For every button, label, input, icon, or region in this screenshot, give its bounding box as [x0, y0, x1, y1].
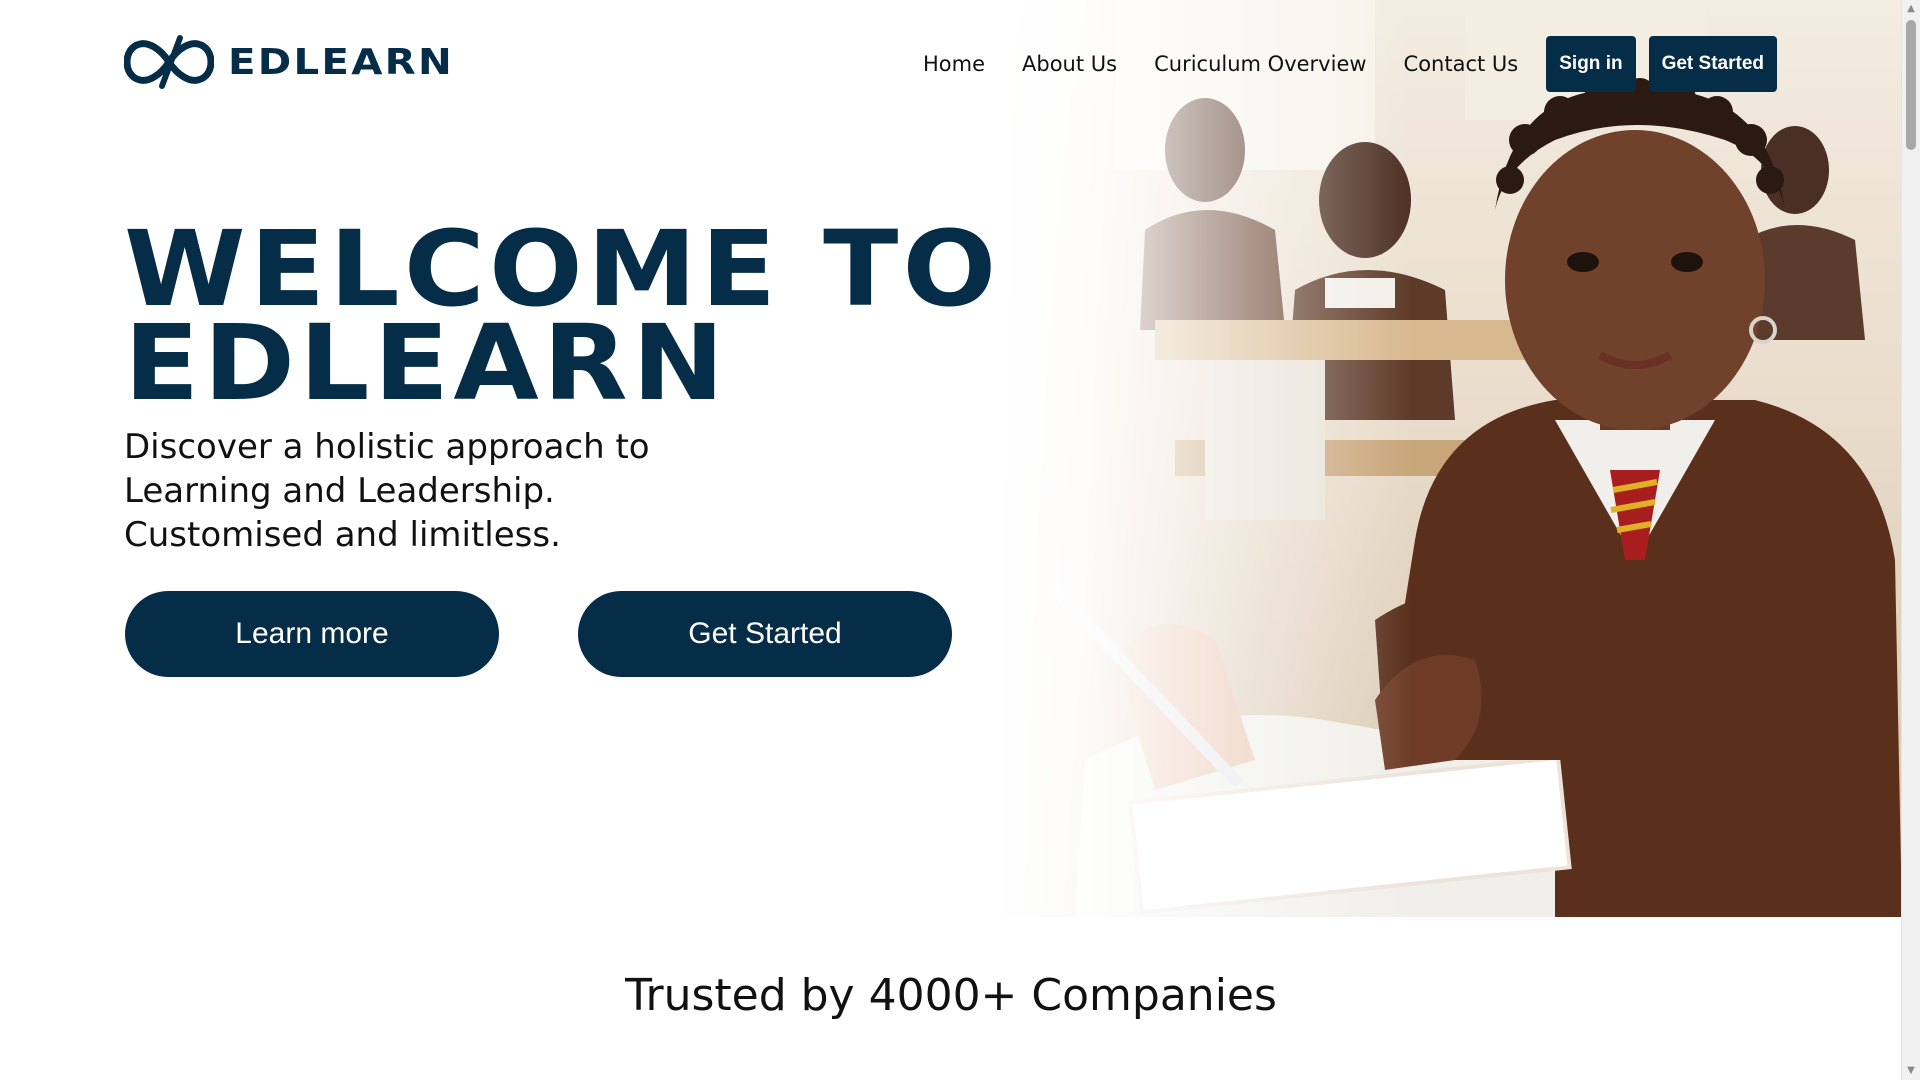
- infinity-logo-icon: [124, 35, 214, 89]
- hero-subtitle-line-3: Customised and limitless.: [124, 515, 561, 555]
- trusted-by-heading: Trusted by 4000+ Companies: [625, 970, 1277, 1021]
- hero-image: [995, 0, 1902, 917]
- hero-title: WELCOME TO EDLEARN: [124, 217, 1000, 424]
- hero-title-line-2: EDLEARN: [124, 302, 729, 424]
- hero-subtitle: Discover a holistic approach to Learning…: [124, 425, 744, 557]
- scroll-up-arrow-icon[interactable]: ▲: [1902, 0, 1920, 18]
- hero-image-fade-overlay: [995, 0, 1902, 917]
- page-scrollbar[interactable]: ▲ ▼: [1901, 0, 1920, 1080]
- hero-subtitle-line-1: Discover a holistic approach to: [124, 427, 650, 467]
- nav-link-home[interactable]: Home: [923, 36, 985, 92]
- brand-name: EDLEARN: [228, 41, 454, 83]
- scroll-down-arrow-icon[interactable]: ▼: [1902, 1062, 1920, 1080]
- site-header: EDLEARN Home About Us Curiculum Overview…: [0, 0, 1902, 128]
- sign-in-button[interactable]: Sign in: [1546, 36, 1636, 92]
- nav-link-about-us[interactable]: About Us: [1022, 36, 1117, 92]
- brand-logo[interactable]: EDLEARN: [124, 34, 452, 90]
- learn-more-button[interactable]: Learn more: [125, 591, 499, 677]
- scrollbar-thumb[interactable]: [1906, 20, 1916, 150]
- hero-subtitle-line-2: Learning and Leadership.: [124, 471, 555, 511]
- hero-get-started-button[interactable]: Get Started: [578, 591, 952, 677]
- header-get-started-button[interactable]: Get Started: [1648, 36, 1777, 92]
- nav-link-curriculum-overview[interactable]: Curiculum Overview: [1154, 36, 1366, 92]
- nav-link-contact-us[interactable]: Contact Us: [1404, 36, 1519, 92]
- landing-page: EDLEARN Home About Us Curiculum Overview…: [0, 0, 1920, 1080]
- main-nav: Home About Us Curiculum Overview Contact…: [923, 36, 1777, 92]
